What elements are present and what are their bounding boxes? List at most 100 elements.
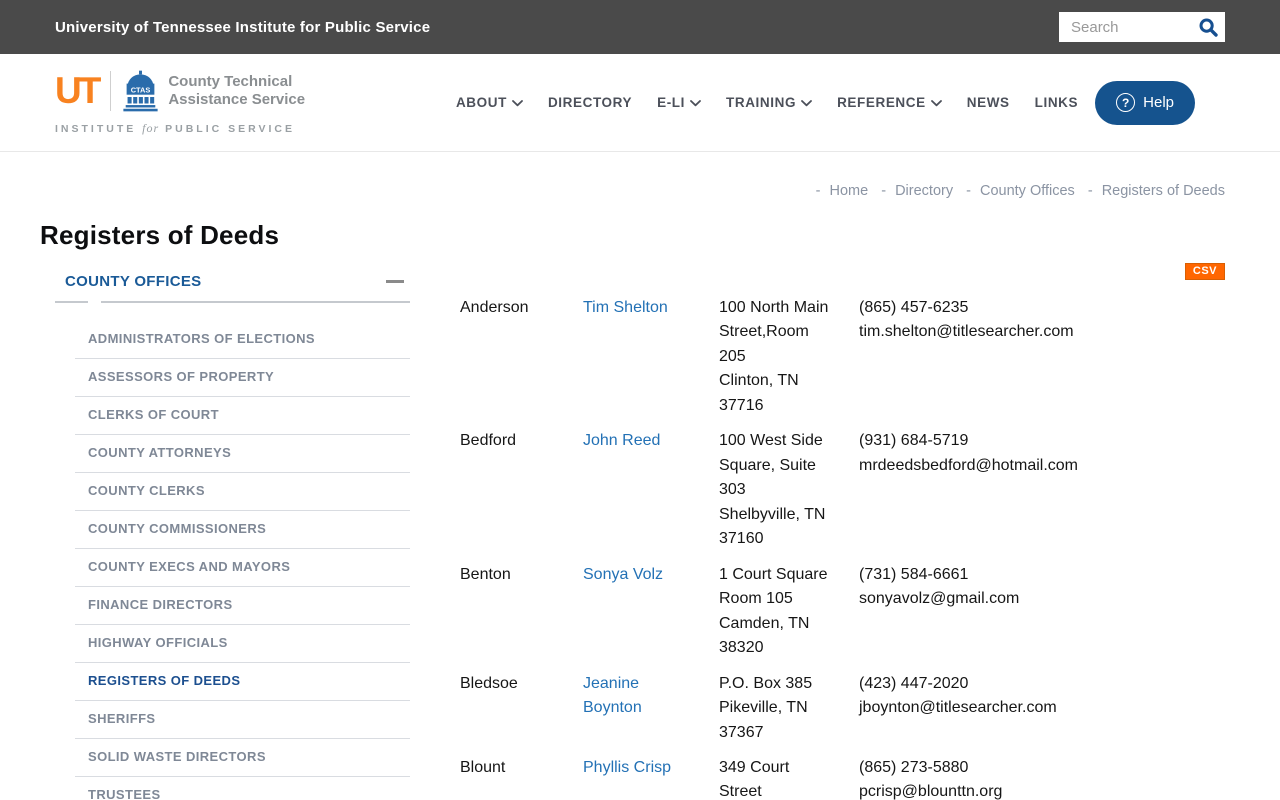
sidebar-divider (40, 301, 410, 303)
org-name: County Technical Assistance Service (168, 73, 305, 109)
table-row: Benton Sonya Volz 1 Court Square Room 10… (460, 563, 1225, 661)
nav-item-label: DIRECTORY (547, 95, 633, 110)
nav-item-label: ABOUT (455, 95, 507, 110)
sidebar-item-label: COUNTY ATTORNEYS (88, 444, 232, 460)
sidebar-item[interactable]: TRUSTEES (75, 777, 410, 800)
breadcrumb-link[interactable]: Directory (872, 183, 953, 199)
sidebar: COUNTY OFFICES ADMINISTRATORS OF ELECTIO… (40, 257, 410, 800)
nav-item[interactable]: LINKS (1035, 95, 1079, 110)
nav-item-label: E-LI (657, 95, 686, 110)
breadcrumb-link[interactable]: Registers of Deeds (1079, 183, 1225, 199)
main-header: UT CTAS County Technical Assistance Serv… (0, 54, 1280, 152)
sidebar-item[interactable]: COUNTY EXECS AND MAYORS (75, 549, 410, 587)
sidebar-item[interactable]: FINANCE DIRECTORS (75, 587, 410, 625)
sidebar-item[interactable]: COUNTY ATTORNEYS (75, 435, 410, 473)
nav-item[interactable]: E-LI (657, 95, 701, 110)
address-city: Camden, TN 38320 (719, 614, 810, 657)
nav-item[interactable]: TRAINING (726, 95, 812, 110)
phone-number: (865) 273-5880 (859, 758, 969, 776)
sidebar-item[interactable]: ADMINISTRATORS OF ELECTIONS (75, 321, 410, 359)
collapse-minus-icon[interactable] (386, 280, 404, 283)
sidebar-item[interactable]: ASSESSORS OF PROPERTY (75, 359, 410, 397)
breadcrumb-link[interactable]: County Offices (957, 183, 1075, 199)
sidebar-list: ADMINISTRATORS OF ELECTIONS ASSESSORS OF… (75, 321, 410, 800)
nav-item-label: NEWS (966, 95, 1010, 110)
page-content: Home Directory County Offices Registers … (0, 183, 1280, 800)
email-address: mrdeedsbedford@hotmail.com (859, 456, 1079, 474)
nav-item[interactable]: NEWS (967, 95, 1010, 110)
sidebar-item[interactable]: HIGHWAY OFFICIALS (75, 625, 410, 663)
help-button[interactable]: ? Help (1095, 80, 1195, 125)
register-name-link[interactable]: Jeanine Boynton (583, 675, 642, 716)
address-street: 100 North Main Street,Room 205 (719, 299, 829, 365)
org-line2: Assistance Service (168, 90, 306, 108)
contact-cell: (865) 457-6235 tim.shelton@titlesearcher… (859, 296, 1225, 418)
sidebar-item[interactable]: SHERIFFS (75, 701, 410, 739)
phone-number: (423) 447-2020 (859, 674, 969, 692)
nav-item[interactable]: DIRECTORY (548, 95, 632, 110)
table-row: Blount Phyllis Crisp 349 Court Street (8… (460, 756, 1225, 800)
sidebar-item[interactable]: COUNTY COMMISSIONERS (75, 511, 410, 549)
address-street: 349 Court Street (719, 758, 790, 800)
registry-main: CSV Anderson Tim Shelton 100 North Main … (460, 257, 1225, 800)
topbar: University of Tennessee Institute for Pu… (0, 0, 1280, 54)
page-title: Registers of Deeds (40, 220, 280, 250)
chevron-down-icon (690, 100, 701, 107)
table-row: Bedford John Reed 100 West Side Square, … (460, 429, 1225, 551)
ctas-acronym: CTAS (131, 85, 151, 94)
county-cell: Bledsoe (460, 674, 518, 692)
county-cell: Benton (460, 565, 511, 583)
register-name-link[interactable]: Tim Shelton (583, 299, 668, 316)
main-nav: ABOUT DIRECTORY E-LI TRAINING REFERENCE … (456, 95, 1078, 110)
breadcrumb-link[interactable]: Home (807, 183, 869, 199)
help-label: Help (1143, 94, 1174, 111)
address-cell: 100 West Side Square, Suite 303 Shelbyvi… (719, 429, 859, 551)
ctas-logo[interactable]: UT CTAS County Technical Assistance Serv… (55, 70, 305, 136)
email-address: jboynton@titlesearcher.com (859, 699, 1057, 717)
sidebar-item[interactable]: SOLID WASTE DIRECTORS (75, 739, 410, 777)
question-icon: ? (1116, 93, 1136, 112)
sidebar-item-label: FINANCE DIRECTORS (88, 596, 233, 612)
search-icon (1199, 18, 1218, 37)
registry-rows: Anderson Tim Shelton 100 North Main Stre… (460, 296, 1225, 800)
county-cell: Blount (460, 758, 506, 776)
sidebar-item-label: COUNTY EXECS AND MAYORS (88, 558, 291, 574)
sidebar-item[interactable]: CLERKS OF COURT (75, 397, 410, 435)
table-row: Anderson Tim Shelton 100 North Main Stre… (460, 296, 1225, 418)
sidebar-item[interactable]: COUNTY CLERKS (75, 473, 410, 511)
nav-item-label: LINKS (1034, 95, 1079, 110)
address-cell: P.O. Box 385 Pikeville, TN 37367 (719, 672, 859, 745)
institute-tagline: INSTITUTE for PUBLIC SERVICE (55, 120, 296, 135)
search-button[interactable] (1198, 17, 1219, 38)
sidebar-item[interactable]: REGISTERS OF DEEDS (75, 663, 410, 701)
register-name-link[interactable]: Sonya Volz (583, 566, 663, 583)
contact-cell: (731) 584-6661 sonyavolz@gmail.com (859, 563, 1225, 661)
sidebar-item-label: HIGHWAY OFFICIALS (88, 634, 228, 650)
register-name-link[interactable]: John Reed (583, 432, 660, 449)
sidebar-section-county-offices[interactable]: COUNTY OFFICES (40, 257, 410, 301)
nav-item-label: TRAINING (726, 95, 797, 110)
register-name-link[interactable]: Phyllis Crisp (583, 759, 671, 776)
sidebar-item-label: REGISTERS OF DEEDS (88, 672, 241, 688)
address-cell: 100 North Main Street,Room 205 Clinton, … (719, 296, 859, 418)
contact-cell: (931) 684-5719 mrdeedsbedford@hotmail.co… (859, 429, 1225, 551)
site-title: University of Tennessee Institute for Pu… (55, 18, 431, 36)
nav-item[interactable]: ABOUT (456, 95, 523, 110)
county-cell: Bedford (460, 432, 517, 450)
chevron-down-icon (930, 100, 942, 107)
search-input[interactable] (1071, 18, 1198, 36)
address-city: Shelbyville, TN 37160 (719, 505, 826, 548)
sidebar-item-label: CLERKS OF COURT (88, 406, 219, 422)
nav-item-label: REFERENCE (837, 95, 926, 110)
capitol-icon: CTAS (123, 70, 158, 111)
logo-divider (110, 70, 112, 111)
nav-item[interactable]: REFERENCE (837, 95, 942, 110)
sidebar-item-label: TRUSTEES (88, 786, 161, 800)
csv-export-button[interactable]: CSV (1184, 263, 1225, 280)
sidebar-item-label: SHERIFFS (88, 710, 156, 726)
address-city: Clinton, TN 37716 (719, 372, 799, 414)
sidebar-item-label: ADMINISTRATORS OF ELECTIONS (88, 330, 315, 346)
sidebar-item-label: ASSESSORS OF PROPERTY (88, 368, 275, 384)
sidebar-item-label: COUNTY COMMISSIONERS (88, 520, 267, 536)
search-box[interactable] (1059, 12, 1225, 42)
